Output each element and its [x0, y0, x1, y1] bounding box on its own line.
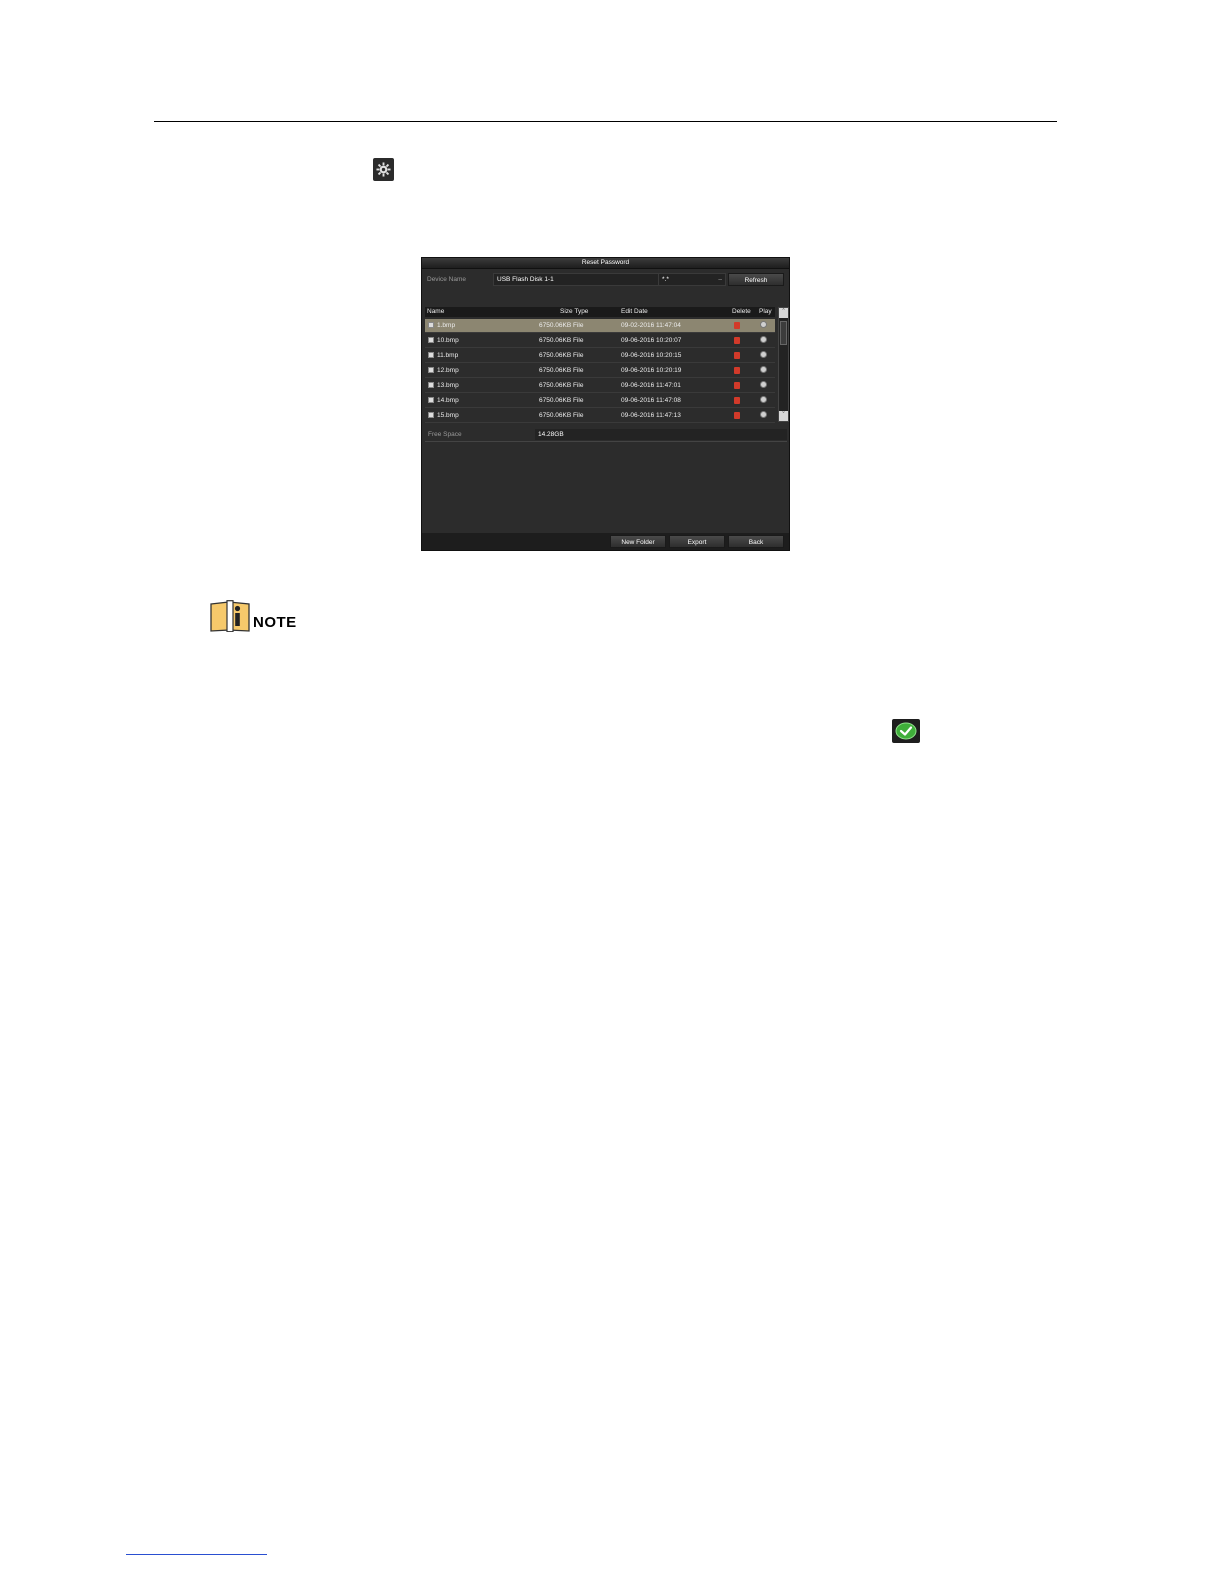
free-space-value: 14.28GB — [535, 429, 787, 440]
row-checkbox[interactable] — [428, 367, 434, 373]
device-name-value: USB Flash Disk 1-1 — [497, 276, 554, 283]
table-scrollbar[interactable]: ˆ ˇ — [778, 307, 789, 422]
play-icon[interactable] — [760, 321, 767, 328]
play-icon[interactable] — [760, 381, 767, 388]
file-size: 6750.06KB File — [539, 367, 584, 374]
file-date: 09-06-2016 10:20:07 — [621, 337, 682, 344]
row-checkbox[interactable] — [428, 352, 434, 358]
col-delete: Delete — [732, 308, 751, 315]
file-size: 6750.06KB File — [539, 322, 584, 329]
file-size: 6750.06KB File — [539, 352, 584, 359]
row-checkbox[interactable] — [428, 337, 434, 343]
file-size: 6750.06KB File — [539, 337, 584, 344]
row-checkbox[interactable] — [428, 382, 434, 388]
play-icon[interactable] — [760, 351, 767, 358]
file-name: 11.bmp — [437, 352, 459, 359]
file-name: 14.bmp — [437, 397, 459, 404]
file-name: 1.bmp — [437, 322, 456, 329]
delete-icon[interactable] — [734, 367, 740, 374]
header-rule — [154, 121, 1057, 122]
file-date: 09-06-2016 11:47:13 — [621, 412, 681, 419]
play-icon[interactable] — [760, 336, 767, 343]
delete-icon[interactable] — [734, 397, 740, 404]
file-date: 09-02-2016 11:47:04 — [621, 322, 681, 329]
file-filter-value: *.* — [662, 276, 669, 283]
file-date: 09-06-2016 10:20:19 — [621, 367, 682, 374]
col-size-type: Size Type — [560, 308, 589, 315]
delete-icon[interactable] — [734, 412, 740, 419]
table-row[interactable]: 13.bmp 6750.06KB File 09-06-2016 11:47:0… — [425, 379, 775, 393]
row-checkbox[interactable] — [428, 412, 434, 418]
file-filter-select[interactable]: *.* – — [658, 273, 726, 286]
file-name: 13.bmp — [437, 382, 459, 389]
play-icon[interactable] — [760, 366, 767, 373]
device-name-select[interactable]: USB Flash Disk 1-1 – — [493, 273, 676, 286]
scroll-thumb[interactable] — [780, 321, 787, 345]
dialog-button-bar: New Folder Export Back — [422, 533, 789, 550]
free-space-label: Free Space — [428, 431, 462, 438]
reset-password-dialog: Reset Password Device Name USB Flash Dis… — [421, 257, 790, 551]
new-folder-button[interactable]: New Folder — [610, 535, 666, 548]
delete-icon[interactable] — [734, 382, 740, 389]
back-button[interactable]: Back — [728, 535, 784, 548]
footer-link-underline[interactable] — [126, 1554, 267, 1555]
file-table: Name Size Type Edit Date Delete Play 1.b… — [425, 307, 789, 423]
row-checkbox[interactable] — [428, 397, 434, 403]
chevron-down-icon: – — [718, 276, 722, 283]
file-name: 12.bmp — [437, 367, 459, 374]
file-name: 10.bmp — [437, 337, 459, 344]
scroll-down-icon[interactable]: ˇ — [779, 411, 788, 421]
table-row[interactable]: 12.bmp 6750.06KB File 09-06-2016 10:20:1… — [425, 364, 775, 378]
table-row[interactable]: 14.bmp 6750.06KB File 09-06-2016 11:47:0… — [425, 394, 775, 408]
file-name: 15.bmp — [437, 412, 459, 419]
device-row: Device Name USB Flash Disk 1-1 – *.* – R… — [422, 272, 789, 288]
table-row[interactable]: 15.bmp 6750.06KB File 09-06-2016 11:47:1… — [425, 409, 775, 423]
export-button[interactable]: Export — [669, 535, 725, 548]
delete-icon[interactable] — [734, 352, 740, 359]
col-edit-date: Edit Date — [621, 308, 648, 315]
file-date: 09-06-2016 10:20:15 — [621, 352, 682, 359]
gear-icon — [373, 158, 394, 181]
table-row[interactable]: 10.bmp 6750.06KB File 09-06-2016 10:20:0… — [425, 334, 775, 348]
check-icon — [892, 719, 920, 743]
dialog-title: Reset Password — [422, 258, 789, 269]
file-size: 6750.06KB File — [539, 397, 584, 404]
free-space-row: Free Space 14.28GB — [425, 429, 787, 442]
table-header: Name Size Type Edit Date Delete Play — [425, 307, 775, 317]
col-name: Name — [427, 308, 445, 315]
play-icon[interactable] — [760, 396, 767, 403]
refresh-button[interactable]: Refresh — [728, 273, 784, 286]
info-book-icon — [210, 600, 250, 632]
file-date: 09-06-2016 11:47:08 — [621, 397, 681, 404]
play-icon[interactable] — [760, 411, 767, 418]
delete-icon[interactable] — [734, 337, 740, 344]
row-checkbox[interactable] — [428, 322, 434, 328]
file-size: 6750.06KB File — [539, 382, 584, 389]
col-play: Play — [759, 308, 772, 315]
file-size: 6750.06KB File — [539, 412, 584, 419]
table-row[interactable]: 11.bmp 6750.06KB File 09-06-2016 10:20:1… — [425, 349, 775, 363]
note-label: NOTE — [253, 614, 297, 631]
file-date: 09-06-2016 11:47:01 — [621, 382, 681, 389]
scroll-up-icon[interactable]: ˆ — [779, 308, 788, 318]
table-row[interactable]: 1.bmp 6750.06KB File 09-02-2016 11:47:04 — [425, 319, 775, 333]
device-name-label: Device Name — [427, 276, 467, 283]
delete-icon[interactable] — [734, 322, 740, 329]
